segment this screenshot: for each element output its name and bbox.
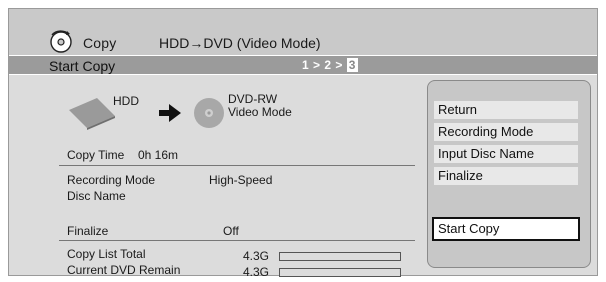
arrow-right-icon	[159, 104, 181, 122]
finalize-value: Off	[223, 224, 239, 238]
step-bar: Start Copy 1 > 2 > 3	[9, 55, 597, 75]
source-label: HDD	[113, 94, 139, 108]
step-indicator: 1 > 2 > 3	[302, 58, 358, 72]
step-2: 2	[324, 58, 332, 72]
step-1: 1	[302, 58, 310, 72]
start-copy-button[interactable]: Start Copy	[432, 217, 580, 241]
current-dvd-remain-label: Current DVD Remain	[67, 263, 181, 277]
current-dvd-remain-bar	[279, 268, 401, 277]
menu-item-finalize[interactable]: Finalize	[434, 167, 578, 185]
header-title: Copy	[83, 35, 117, 51]
divider	[59, 240, 415, 241]
copy-list-total-fill	[280, 253, 400, 260]
menu-item-return[interactable]: Return	[434, 101, 578, 119]
finalize-label: Finalize	[67, 224, 109, 238]
copy-time-value: 0h 16m	[138, 148, 179, 162]
step-separator: >	[335, 58, 343, 72]
current-dvd-remain-value: 4.3G	[243, 265, 270, 279]
copy-time-label: Copy Time	[67, 148, 125, 162]
step-3-current: 3	[346, 58, 358, 72]
step-label: Start Copy	[49, 58, 116, 74]
step-separator: >	[313, 58, 321, 72]
disc-copy-icon	[50, 30, 72, 53]
copy-list-total-value: 4.3G	[243, 249, 270, 263]
recording-mode-label: Recording Mode	[67, 173, 156, 187]
menu-panel: Return Recording Mode Input Disc Name Fi…	[427, 80, 591, 268]
menu-item-input-disc-name[interactable]: Input Disc Name	[434, 145, 578, 163]
menu-item-recording-mode[interactable]: Recording Mode	[434, 123, 578, 141]
dvd-disc-icon	[194, 98, 224, 128]
hdd-icon	[69, 98, 115, 130]
header-bar: Copy HDD→DVD (Video Mode)	[9, 9, 597, 55]
current-dvd-remain-fill	[280, 269, 400, 276]
target-label: DVD-RW Video Mode	[228, 93, 292, 119]
copy-details: HDD DVD-RW Video Mode Copy Time 0h 16m R…	[9, 76, 425, 279]
divider	[59, 165, 415, 166]
recording-mode-value: High-Speed	[209, 173, 273, 187]
header-mode: HDD→DVD (Video Mode)	[159, 35, 321, 51]
copy-list-total-label: Copy List Total	[67, 247, 146, 261]
disc-name-label: Disc Name	[67, 189, 126, 203]
target-label-line2: Video Mode	[228, 105, 292, 119]
copy-screen: Copy HDD→DVD (Video Mode) Start Copy 1 >…	[8, 8, 598, 279]
copy-list-total-bar	[279, 252, 401, 261]
